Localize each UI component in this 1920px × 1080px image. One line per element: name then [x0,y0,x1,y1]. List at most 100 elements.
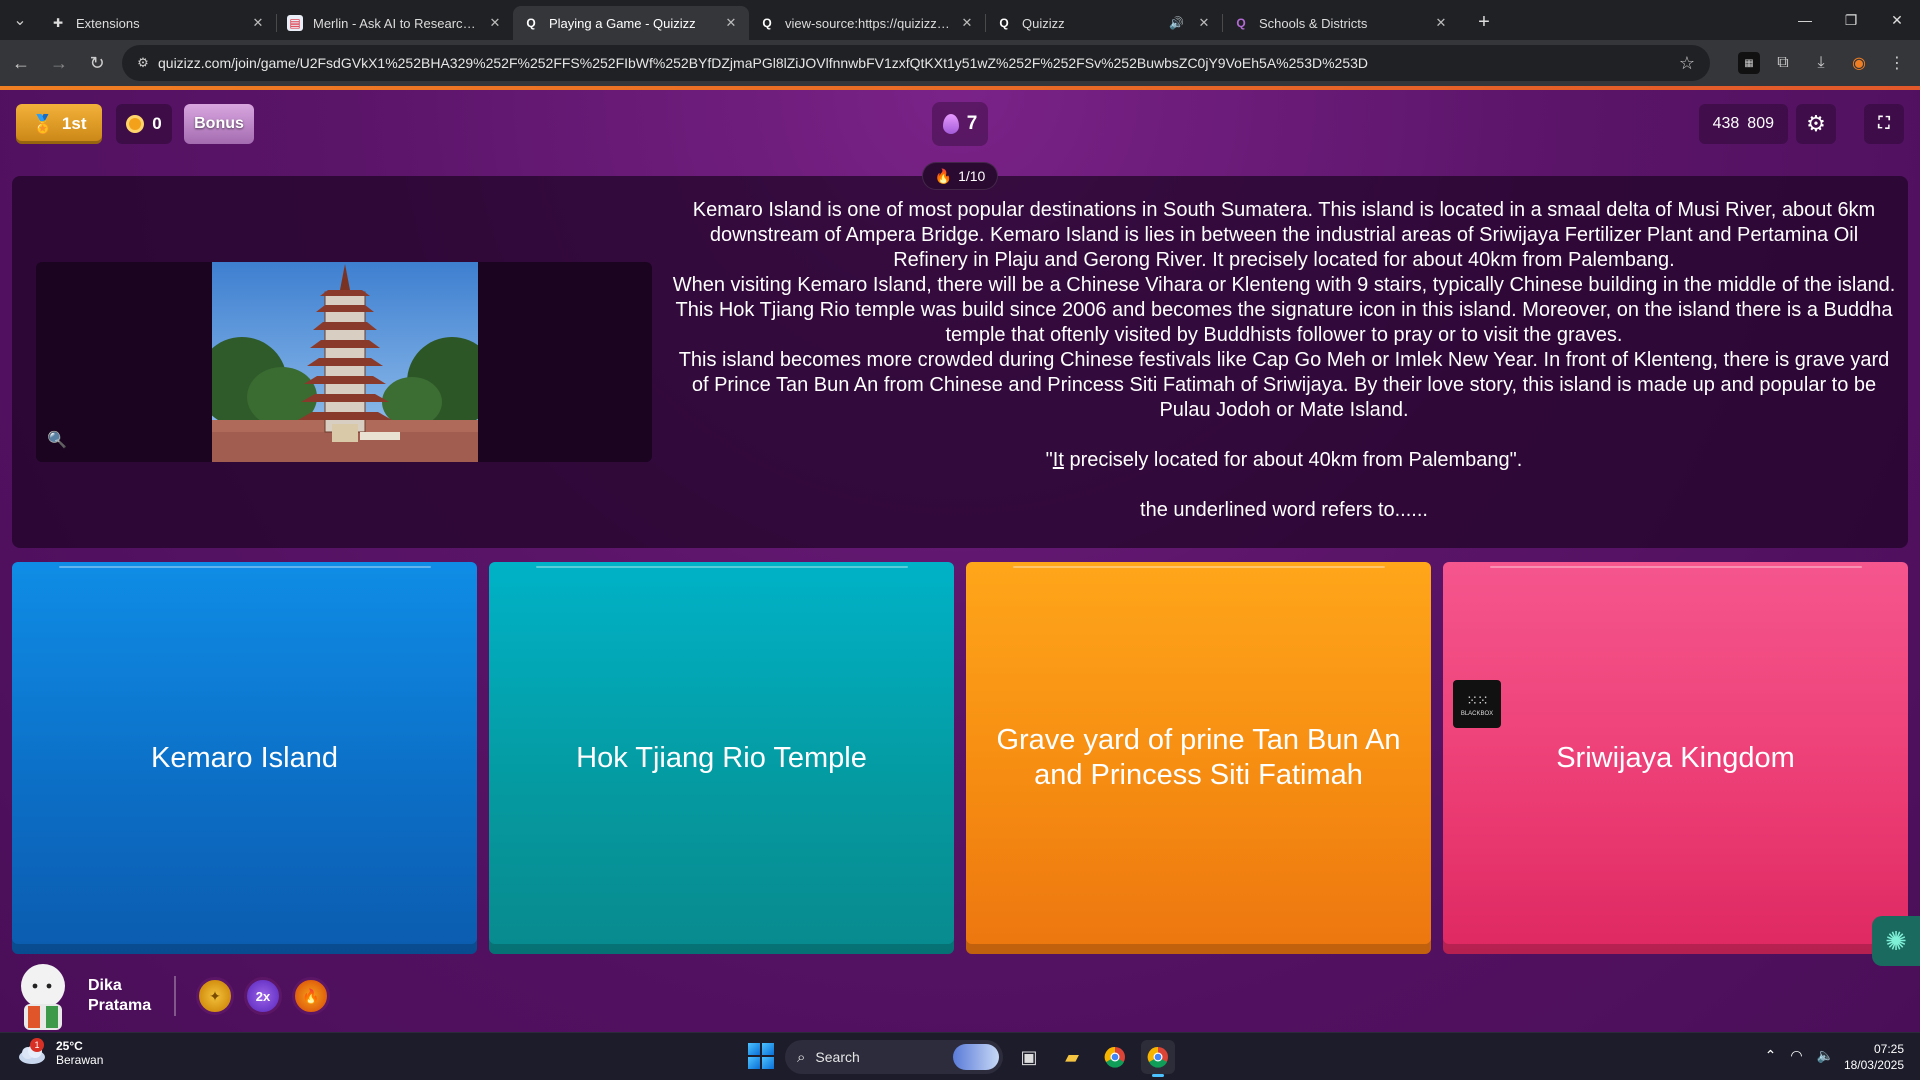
bookmark-star-icon[interactable]: ☆ [1672,53,1702,74]
new-tab-button[interactable]: + [1467,5,1501,39]
bonus-button[interactable]: Bonus [184,104,254,144]
task-view-icon[interactable]: ▣ [1012,1040,1046,1074]
bonus-label: Bonus [194,115,244,132]
passage-paragraph: Kemaro Island is one of most popular des… [692,199,1876,271]
tab-view-source[interactable]: Q view-source:https://quizizz.com ✕ [749,6,985,40]
tab-title: Quizizz [1022,15,1065,31]
answer-option-label: Hok Tjiang Rio Temple [576,741,867,774]
answer-option-4[interactable]: Sriwijaya Kingdom [1443,562,1908,954]
question-panel: 🔍 Kemaro Island is one of most popular d… [12,176,1908,548]
answer-option-2[interactable]: Hok Tjiang Rio Temple [489,562,954,954]
weather-condition: Berawan [56,1053,104,1067]
windows-taskbar: 1 25°C Berawan ⌕ Search ▣ ▰ ⌃ ◠ 🔈 07:25 … [0,1032,1920,1080]
fullscreen-button[interactable]: ⛶ [1864,104,1904,144]
tab-title: Playing a Game - Quizizz [549,15,696,31]
quizizz-icon: Q [762,16,772,30]
extensions-puzzle-icon[interactable]: ⧉ [1768,48,1798,78]
chrome-icon[interactable] [1098,1040,1132,1074]
tab-title: view-source:https://quizizz.com [785,15,953,31]
double-points-powerup[interactable]: 2x [244,977,282,1015]
avatar [14,960,72,1032]
temperature: 25°C [56,1039,83,1053]
taskbar-clock[interactable]: 07:25 18/03/2025 [1844,1041,1904,1073]
fire-icon[interactable]: 🔥 [292,977,330,1015]
fullscreen-icon: ⛶ [1878,115,1890,132]
tab-title: Schools & Districts [1259,15,1368,31]
close-tab-icon[interactable]: ✕ [1196,15,1212,31]
question-counter: 🔥 1/10 [922,162,998,190]
minimize-icon[interactable]: — [1782,0,1828,40]
tab-quizizz[interactable]: Q Quizizz 🔊 ✕ [986,6,1222,40]
clock-time: 07:25 [1873,1042,1904,1056]
flame-icon: 🔥 [934,167,953,184]
question-image-box[interactable]: 🔍 [36,262,652,462]
address-bar[interactable]: ⚙ quizizz.com/join/game/U2FsdGVkX1%252BH… [122,45,1710,81]
weather-widget[interactable]: 1 25°C Berawan [16,1038,104,1067]
download-icon[interactable]: ⤓ [1806,48,1836,78]
question-text: Kemaro Island is one of most popular des… [672,198,1896,523]
cloud-icon: 1 [16,1038,48,1066]
back-icon[interactable]: ← [4,46,38,80]
tab-schools-districts[interactable]: Q Schools & Districts ✕ [1223,6,1459,40]
question-counter-text: 1/10 [958,168,986,184]
settings-button[interactable]: ⚙ [1796,104,1836,144]
close-tab-icon[interactable]: ✕ [723,15,739,31]
answer-option-label: Grave yard of prine Tan Bun An and Princ… [996,724,1401,791]
window-controls: — ❐ ✕ [1782,0,1920,40]
merlin-icon: ▤ [287,15,303,31]
zoom-in-icon[interactable]: 🔍 [44,427,70,453]
weather-badge: 1 [30,1038,44,1052]
site-info-icon[interactable]: ⚙ [128,55,158,71]
quizizz-icon: Q [999,16,1009,30]
close-tab-icon[interactable]: ✕ [487,15,503,31]
wifi-icon[interactable]: ◠ [1790,1047,1802,1064]
volume-icon[interactable]: 🔈 [1817,1047,1834,1064]
url-text[interactable]: quizizz.com/join/game/U2FsdGVkX1%252BHA3… [158,55,1672,71]
answer-option-label: Sriwijaya Kingdom [1556,741,1795,774]
search-highlight-image [953,1044,999,1070]
extension-icons: ▦ ⧉ ⤓ ◉ ⋮ [1738,48,1912,78]
reload-icon[interactable]: ↻ [80,46,114,80]
taskbar-search[interactable]: ⌕ Search [785,1040,1003,1074]
tab-merlin[interactable]: ▤ Merlin - Ask AI to Research, Wr ✕ [277,6,513,40]
gear-icon: ⚙ [1806,111,1826,136]
extension-icon[interactable]: ▦ [1738,52,1760,74]
pagoda-photo[interactable] [212,262,478,462]
restore-icon[interactable]: ❐ [1828,0,1874,40]
passage-paragraph: This island becomes more crowded during … [678,349,1890,421]
tab-title: Merlin - Ask AI to Research, Wr [313,15,481,31]
tab-quizizz-game[interactable]: Q Playing a Game - Quizizz ✕ [513,6,749,40]
medal-icon: 🏅 [31,113,54,134]
answer-option-3[interactable]: Grave yard of prine Tan Bun An and Princ… [966,562,1431,954]
tab-extensions[interactable]: ✚ Extensions ✕ [40,6,276,40]
menu-kebab-icon[interactable]: ⋮ [1882,48,1912,78]
close-tab-icon[interactable]: ✕ [1433,15,1449,31]
chrome-active-icon[interactable] [1141,1040,1175,1077]
chevron-up-icon[interactable]: ⌃ [1765,1047,1777,1064]
quiz-game-area: 🏅 1st 0 Bonus 7 438 809 ⚙ ⛶ 🔥 1/10 🔍 Kem… [0,90,1920,1032]
passage-paragraph: When visiting Kemaro Island, there will … [672,274,1896,346]
blackbox-extension-button[interactable]: ⁙⁙ BLACKBOX [1453,680,1501,728]
player-name: Dika Pratama [88,977,152,1014]
file-explorer-icon[interactable]: ▰ [1055,1040,1089,1074]
windows-start-button[interactable] [748,1043,774,1069]
address-toolbar: ← → ↻ ⚙ quizizz.com/join/game/U2FsdGVkX1… [0,40,1920,86]
coin-count: 0 [152,114,162,133]
ai-assistant-button[interactable]: ✺ [1872,916,1920,966]
profile-icon[interactable]: ◉ [1844,48,1874,78]
answer-option-1[interactable]: Kemaro Island [12,562,477,954]
player-bar: Dika Pratama ✦ 2x 🔥 [14,960,340,1032]
coin-counter: 0 [116,104,172,144]
tab-search-button[interactable]: ⌄ [0,0,40,40]
streak-counter: 7 [932,102,988,146]
quizizz-icon: Q [1236,16,1246,30]
close-tab-icon[interactable]: ✕ [959,15,975,31]
blackbox-logo-icon: ⁙⁙ [1466,691,1488,708]
forward-icon[interactable]: → [42,46,76,80]
question-prompt: the underlined word refers to...... [1140,499,1428,521]
close-tab-icon[interactable]: ✕ [250,15,266,31]
close-window-icon[interactable]: ✕ [1874,0,1920,40]
streak-saver-icon[interactable]: ✦ [196,977,234,1015]
answer-option-label: Kemaro Island [151,741,338,774]
speaker-icon[interactable]: 🔊 [1169,16,1184,30]
